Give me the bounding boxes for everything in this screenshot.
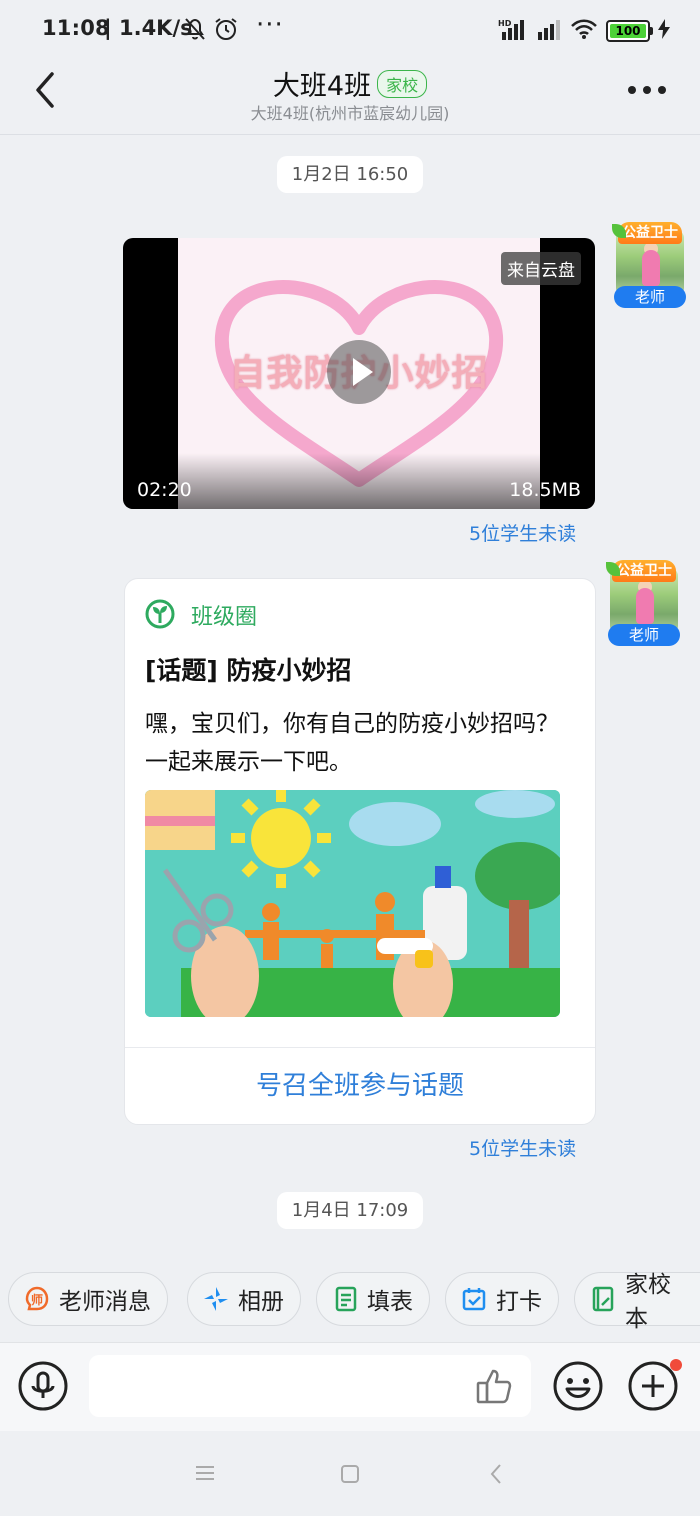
system-nav-bar — [0, 1432, 700, 1516]
teacher-role-badge: 老师 — [614, 286, 686, 308]
card-brand: 班级圈 — [191, 605, 258, 630]
teacher-icon: 师 — [25, 1286, 49, 1311]
quick-action-album[interactable]: 相册 — [187, 1272, 301, 1326]
microphone-icon[interactable] — [18, 1361, 68, 1411]
quick-action-label: 家校本 — [625, 1272, 671, 1332]
input-bar — [0, 1342, 700, 1431]
page-subtitle: 大班4班(杭州市蓝宸幼儿园) — [250, 104, 450, 123]
teacher-avatar-2[interactable]: 公益卫士 老师 — [606, 560, 682, 650]
cellular-signal-2-icon — [536, 18, 562, 44]
message-input[interactable] — [89, 1355, 531, 1417]
quick-action-teacher-message[interactable]: 师 老师消息 — [8, 1272, 168, 1326]
unread-count[interactable]: 5位学生未读 — [469, 519, 576, 546]
mute-notification-icon — [183, 16, 207, 46]
video-size: 18.5MB — [509, 479, 581, 501]
video-duration: 02:20 — [137, 479, 192, 501]
quick-action-notebook[interactable]: 家校本 — [574, 1272, 700, 1332]
alarm-clock-icon — [213, 16, 239, 46]
quick-action-checkin[interactable]: 打卡 — [445, 1272, 559, 1326]
quick-action-label: 相册 — [238, 1289, 284, 1315]
card-image — [145, 790, 560, 1017]
status-right: HD 100 — [498, 16, 670, 46]
home-icon[interactable] — [340, 1464, 360, 1488]
menu-icon[interactable] — [194, 1464, 216, 1486]
unread-count[interactable]: 5位学生未读 — [469, 1134, 576, 1161]
invite-class-button[interactable]: 号召全班参与话题 — [125, 1065, 595, 1102]
class-circle-card[interactable]: 班级圈 [话题] 防疫小妙招 嘿，宝贝们，你有自己的防疫小妙招吗？一起来展示一下… — [124, 578, 596, 1125]
battery-icon: 100 — [606, 20, 653, 42]
album-icon — [204, 1287, 228, 1311]
message-timestamp: 1月4日 17:09 — [276, 1192, 424, 1229]
timestamp-row: 1月4日 17:09 — [0, 1192, 700, 1229]
notebook-icon — [592, 1286, 614, 1312]
status-bar: 11:08 | 1.4K/s ··· HD 100 — [0, 0, 700, 62]
avatar-banner: 公益卫士 — [618, 222, 682, 244]
page-title: 大班4班 — [272, 71, 372, 102]
status-overflow: ··· — [256, 10, 284, 40]
notification-dot — [670, 1359, 682, 1371]
thumbs-up-icon[interactable] — [475, 1367, 513, 1409]
back-nav-icon[interactable] — [488, 1463, 504, 1489]
sprout-icon — [145, 599, 175, 629]
cloud-source-tag: 来自云盘 — [501, 252, 581, 285]
teacher-avatar[interactable]: 公益卫士 老师 — [612, 222, 688, 312]
quick-action-form[interactable]: 填表 — [316, 1272, 430, 1326]
form-icon — [335, 1286, 357, 1312]
cellular-signal-icon: HD — [498, 18, 528, 44]
emoji-icon[interactable] — [553, 1361, 603, 1411]
card-description: 嘿，宝贝们，你有自己的防疫小妙招吗？一起来展示一下吧。 — [145, 711, 559, 775]
teacher-role-badge: 老师 — [608, 624, 680, 646]
card-divider — [125, 1047, 595, 1048]
network-speed: | 1.4K/s — [104, 16, 193, 40]
play-button[interactable] — [327, 340, 391, 404]
play-icon — [353, 358, 373, 386]
more-options-icon[interactable] — [626, 82, 668, 96]
wifi-icon — [570, 18, 598, 44]
card-topic: [话题] 防疫小妙招 — [145, 656, 352, 685]
charging-icon — [658, 19, 670, 43]
status-time: 11:08 — [42, 16, 110, 40]
title-row: 大班4班 家校 — [0, 64, 700, 103]
quick-action-label: 老师消息 — [59, 1289, 151, 1315]
svg-text:师: 师 — [31, 1292, 43, 1307]
avatar-banner: 公益卫士 — [612, 560, 676, 582]
timestamp-row: 1月2日 16:50 — [0, 156, 700, 193]
hd-label: HD — [498, 19, 512, 28]
message-timestamp: 1月2日 16:50 — [276, 156, 424, 193]
battery-level: 100 — [615, 24, 641, 38]
home-school-badge: 家校 — [377, 69, 428, 98]
quick-action-label: 打卡 — [496, 1289, 542, 1315]
checkin-icon — [462, 1288, 486, 1311]
quick-action-label: 填表 — [367, 1289, 413, 1315]
video-message[interactable]: 自我防护小妙招 来自云盘 02:20 18.5MB — [123, 238, 595, 509]
chat-header: 大班4班 家校 大班4班(杭州市蓝宸幼儿园) — [0, 62, 700, 135]
